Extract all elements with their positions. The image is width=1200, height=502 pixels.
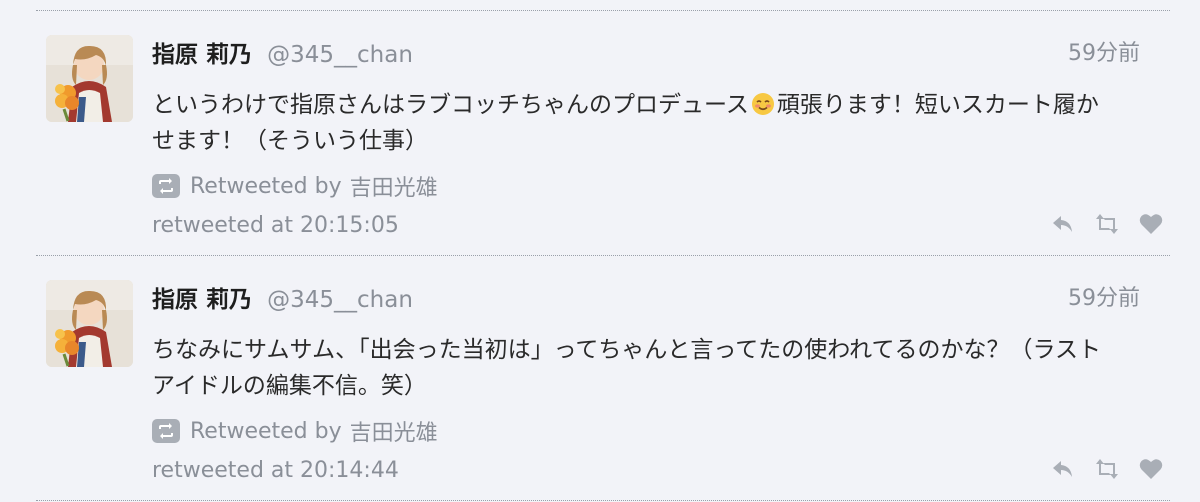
avatar[interactable] [46, 280, 133, 367]
tweet-header: 指原 莉乃 @345__chan 59分前 [152, 280, 1140, 313]
user-handle[interactable]: @345__chan [267, 42, 413, 68]
retweet-badge-icon [152, 174, 180, 198]
retweet-icon[interactable] [1094, 456, 1120, 482]
user-name[interactable]: 指原 莉乃 [152, 287, 252, 313]
retweet-label: Retweeted by [190, 418, 342, 444]
retweet-icon[interactable] [1094, 211, 1120, 237]
divider [36, 500, 1170, 501]
smiling-face-emoji-icon [751, 93, 774, 115]
tweet-time[interactable]: 59分前 [1068, 280, 1140, 312]
reply-icon[interactable] [1050, 211, 1076, 237]
like-icon[interactable] [1138, 456, 1164, 482]
avatar[interactable] [46, 35, 133, 122]
tweet-time[interactable]: 59分前 [1068, 35, 1140, 67]
retweeter-name[interactable]: 吉田光雄 [350, 415, 438, 447]
timeline: 指原 莉乃 @345__chan 59分前 というわけで指原さんはラブコッチちゃ… [36, 0, 1170, 501]
tweet-text: というわけで指原さんはラブコッチちゃんのプロデュース 頑張ります！短いスカート履か… [152, 87, 1112, 159]
retweeted-at: retweeted at 20:14:44 [152, 458, 399, 483]
tweet-actions [1050, 456, 1164, 482]
retweet-badge-icon [152, 419, 180, 443]
retweet-label: Retweeted by [190, 173, 342, 199]
retweet-info: Retweeted by 吉田光雄 [152, 416, 438, 446]
tweet-text: ちなみにサムサム、「出会った当初は」ってちゃんと言ってたの使われてるのかな？（ラ… [152, 337, 1101, 399]
tweet-item[interactable]: 指原 莉乃 @345__chan 59分前 というわけで指原さんはラブコッチちゃ… [36, 11, 1170, 255]
retweeted-at: retweeted at 20:15:05 [152, 213, 399, 238]
tweet-header: 指原 莉乃 @345__chan 59分前 [152, 35, 1140, 68]
tweet-text-part: というわけで指原さんはラブコッチちゃんのプロデュース [152, 92, 749, 118]
user-handle[interactable]: @345__chan [267, 287, 413, 313]
like-icon[interactable] [1138, 211, 1164, 237]
retweet-info: Retweeted by 吉田光雄 [152, 171, 438, 201]
tweet-actions [1050, 211, 1164, 237]
reply-icon[interactable] [1050, 456, 1076, 482]
retweeter-name[interactable]: 吉田光雄 [350, 170, 438, 202]
tweet-item[interactable]: 指原 莉乃 @345__chan 59分前 ちなみにサムサム、「出会った当初は」… [36, 256, 1170, 500]
user-name[interactable]: 指原 莉乃 [152, 42, 252, 68]
